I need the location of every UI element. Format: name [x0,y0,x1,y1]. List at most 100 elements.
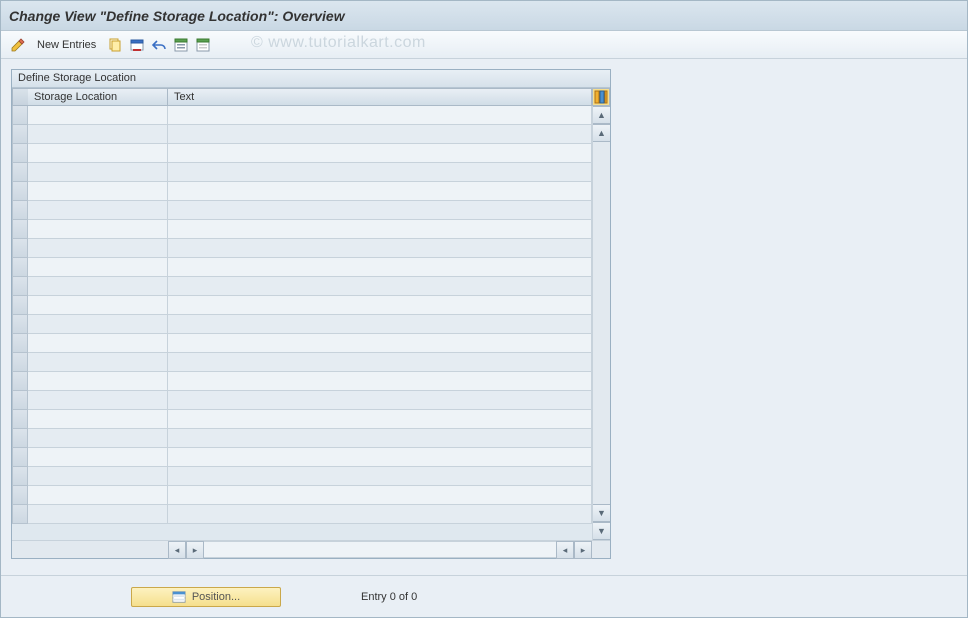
cell-storage-location[interactable] [28,125,168,144]
cell-text[interactable] [168,220,592,239]
table-row [12,239,592,258]
cell-text[interactable] [168,144,592,163]
cell-storage-location[interactable] [28,315,168,334]
row-selector[interactable] [12,106,28,125]
scroll-up-icon[interactable]: ▲ [593,124,610,142]
cell-storage-location[interactable] [28,372,168,391]
row-selector[interactable] [12,467,28,486]
row-selector[interactable] [12,353,28,372]
cell-storage-location[interactable] [28,144,168,163]
cell-text[interactable] [168,429,592,448]
cell-text[interactable] [168,448,592,467]
cell-storage-location[interactable] [28,448,168,467]
row-selector[interactable] [12,429,28,448]
row-selector[interactable] [12,372,28,391]
work-area: Define Storage Location Storage Location… [1,59,967,575]
column-header-text[interactable]: Text [168,88,592,106]
table-row [12,486,592,505]
row-selector[interactable] [12,505,28,524]
cell-storage-location[interactable] [28,505,168,524]
row-selector[interactable] [12,296,28,315]
cell-text[interactable] [168,106,592,125]
cell-text[interactable] [168,201,592,220]
deselect-all-icon[interactable] [194,36,212,54]
cell-text[interactable] [168,486,592,505]
cell-text[interactable] [168,125,592,144]
row-selector[interactable] [12,125,28,144]
cell-text[interactable] [168,258,592,277]
row-selector[interactable] [12,201,28,220]
cell-storage-location[interactable] [28,353,168,372]
row-selector[interactable] [12,486,28,505]
scroll-down-icon[interactable]: ▼ [593,504,610,522]
cell-storage-location[interactable] [28,258,168,277]
cell-storage-location[interactable] [28,467,168,486]
cell-storage-location[interactable] [28,391,168,410]
footer: Position... Entry 0 of 0 [1,575,967,617]
row-selector[interactable] [12,277,28,296]
row-selector[interactable] [12,220,28,239]
column-header-storage-location[interactable]: Storage Location [28,88,168,106]
row-selector[interactable] [12,182,28,201]
row-selector[interactable] [12,144,28,163]
table-row [12,296,592,315]
row-selector[interactable] [12,448,28,467]
select-all-rows[interactable] [12,88,28,106]
table-row [12,391,592,410]
cell-storage-location[interactable] [28,220,168,239]
cell-storage-location[interactable] [28,277,168,296]
cell-storage-location[interactable] [28,296,168,315]
cell-text[interactable] [168,315,592,334]
row-selector[interactable] [12,163,28,182]
cell-text[interactable] [168,163,592,182]
table-settings-icon[interactable] [592,88,610,106]
cell-text[interactable] [168,372,592,391]
new-entries-label: New Entries [37,39,96,51]
row-selector[interactable] [12,239,28,258]
vertical-scrollbar[interactable]: ▲ ▲ ▼ ▼ [592,106,610,540]
table-row [12,201,592,220]
select-all-icon[interactable] [172,36,190,54]
scroll-right-icon[interactable]: ◂ [556,541,574,559]
cell-text[interactable] [168,296,592,315]
row-selector[interactable] [12,334,28,353]
scroll-up-icon[interactable]: ▲ [593,106,610,124]
cell-text[interactable] [168,182,592,201]
cell-storage-location[interactable] [28,486,168,505]
new-entries-button[interactable]: New Entries [31,35,102,55]
panel-title: Define Storage Location [12,70,610,88]
cell-storage-location[interactable] [28,410,168,429]
cell-storage-location[interactable] [28,334,168,353]
cell-text[interactable] [168,353,592,372]
position-button[interactable]: Position... [131,587,281,607]
table-row [12,315,592,334]
table-row [12,106,592,125]
cell-storage-location[interactable] [28,163,168,182]
row-selector[interactable] [12,410,28,429]
scroll-first-icon[interactable]: ◂ [168,541,186,559]
scroll-down-icon[interactable]: ▼ [593,522,610,540]
cell-text[interactable] [168,391,592,410]
cell-text[interactable] [168,334,592,353]
cell-text[interactable] [168,467,592,486]
row-selector[interactable] [12,258,28,277]
copy-icon[interactable] [106,36,124,54]
cell-text[interactable] [168,410,592,429]
edit-icon[interactable] [9,36,27,54]
undo-icon[interactable] [150,36,168,54]
scroll-left-icon[interactable]: ▸ [186,541,204,559]
table-row [12,258,592,277]
cell-storage-location[interactable] [28,182,168,201]
cell-text[interactable] [168,505,592,524]
cell-storage-location[interactable] [28,106,168,125]
row-selector[interactable] [12,391,28,410]
cell-storage-location[interactable] [28,429,168,448]
cell-storage-location[interactable] [28,201,168,220]
cell-text[interactable] [168,277,592,296]
scroll-last-icon[interactable]: ▸ [574,541,592,559]
row-selector[interactable] [12,315,28,334]
horizontal-scrollbar[interactable]: ◂ ▸ ◂ ▸ [12,540,610,558]
cell-storage-location[interactable] [28,239,168,258]
cell-text[interactable] [168,239,592,258]
delete-icon[interactable] [128,36,146,54]
